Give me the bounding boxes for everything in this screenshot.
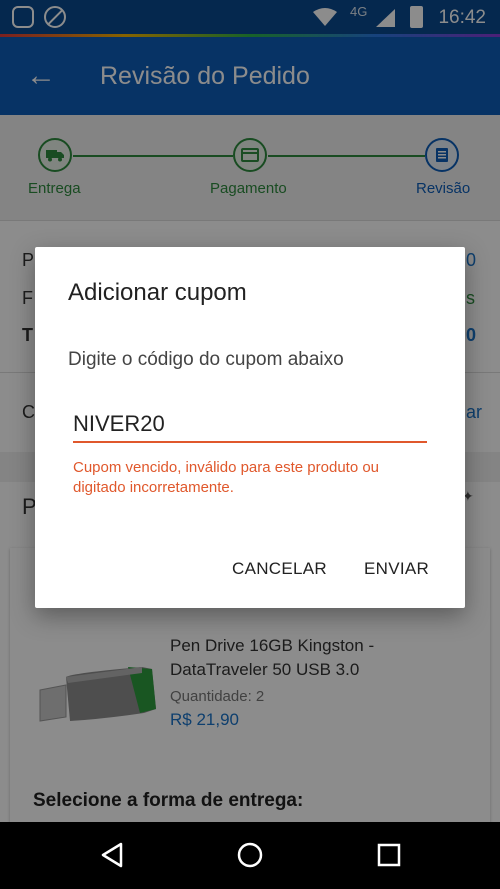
add-coupon-dialog: Adicionar cupom Digite o código do cupom…: [35, 247, 465, 608]
nav-home-icon[interactable]: [237, 842, 263, 868]
nav-recents-icon[interactable]: [376, 842, 402, 868]
coupon-input-underline: [73, 441, 427, 443]
coupon-input[interactable]: [73, 407, 427, 441]
dialog-title: Adicionar cupom: [68, 279, 247, 306]
nav-back-icon[interactable]: [100, 842, 126, 868]
dialog-message: Digite o código do cupom abaixo: [68, 349, 344, 370]
cancel-button[interactable]: CANCELAR: [232, 559, 327, 579]
coupon-error-message: Cupom vencido, inválido para este produt…: [73, 459, 380, 496]
send-button[interactable]: ENVIAR: [364, 559, 429, 579]
